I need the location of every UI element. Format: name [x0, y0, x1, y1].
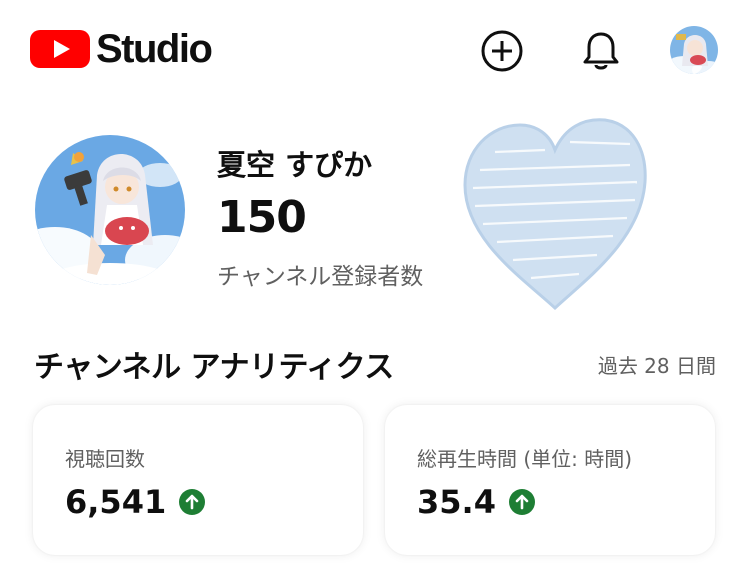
analytics-title: チャンネル アナリティクス [34, 350, 394, 385]
views-value: 6,541 [65, 483, 167, 521]
avatar [670, 26, 718, 74]
bell-icon [583, 32, 619, 70]
subscriber-count: 150 [217, 192, 307, 243]
notifications-button[interactable] [578, 28, 624, 74]
analytics-period[interactable]: 過去 28 日間 [598, 350, 716, 379]
youtube-logo-icon [30, 30, 90, 68]
channel-avatar[interactable] [35, 135, 185, 285]
views-card[interactable]: 視聴回数 6,541 [33, 405, 363, 555]
heart-sticker-icon [463, 118, 647, 311]
create-plus-icon [481, 30, 523, 72]
subscriber-label: チャンネル登録者数 [217, 264, 424, 290]
create-button[interactable] [479, 28, 525, 74]
watch-time-label: 総再生時間 (単位: 時間) [417, 447, 633, 471]
views-label: 視聴回数 [65, 447, 145, 471]
channel-profile: 夏空 すぴか 150 チャンネル登録者数 [0, 110, 750, 330]
watch-time-value: 35.4 [417, 483, 496, 521]
youtube-studio-logo[interactable]: Studio [30, 27, 213, 71]
logo-text: Studio [96, 27, 213, 71]
watch-time-card[interactable]: 総再生時間 (単位: 時間) 35.4 [385, 405, 715, 555]
views-value-row: 6,541 [65, 483, 206, 521]
account-avatar[interactable] [670, 26, 718, 74]
app-header: Studio [0, 0, 750, 100]
watch-time-value-row: 35.4 [417, 483, 536, 521]
channel-avatar-image [35, 135, 185, 285]
trend-up-icon [179, 489, 206, 515]
channel-name: 夏空 すぴか [217, 148, 373, 182]
trend-up-icon [508, 489, 535, 515]
